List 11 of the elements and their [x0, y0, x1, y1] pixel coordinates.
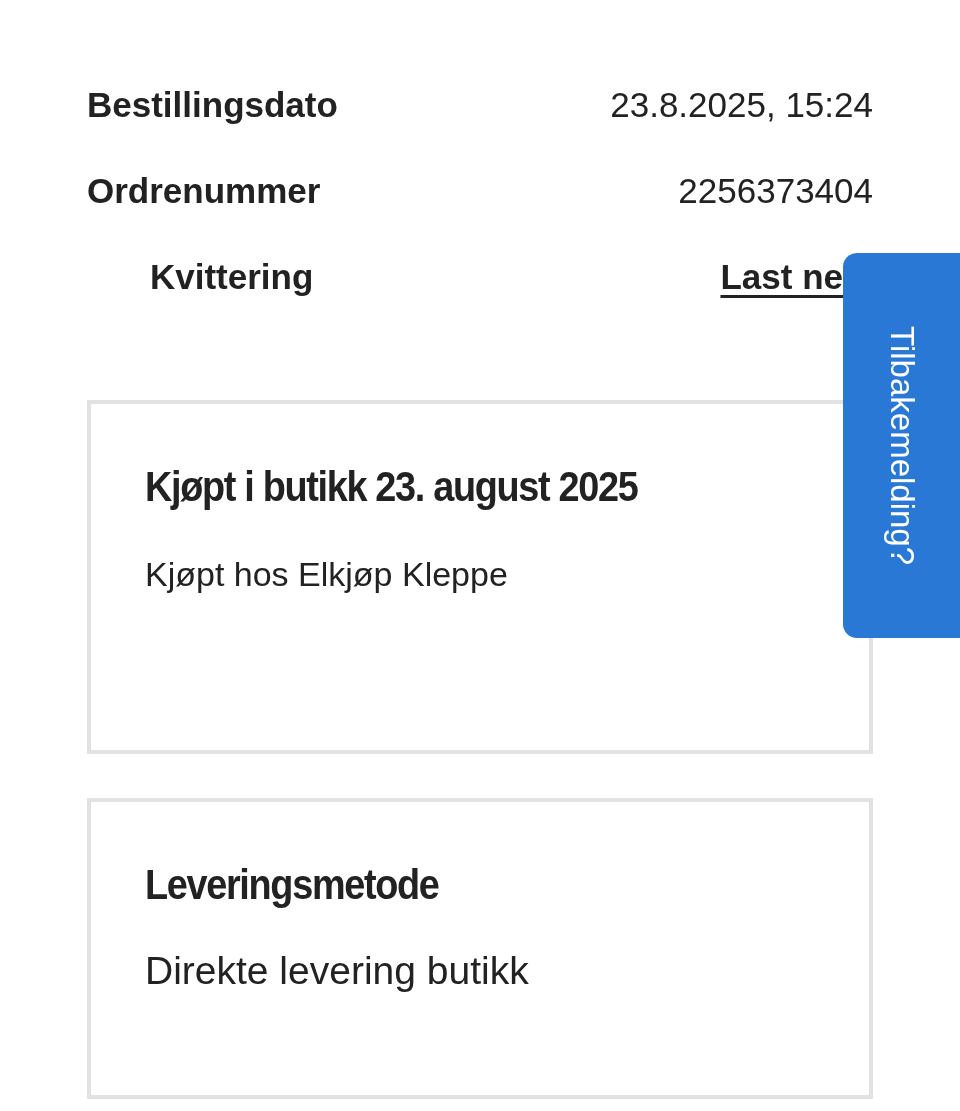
- download-link[interactable]: Last ne: [720, 257, 843, 297]
- field-label: Bestillingsdato: [87, 85, 338, 125]
- card-text: Kjøpt hos Elkjøp Kleppe: [145, 555, 509, 594]
- card-title: Leveringsmetode: [145, 860, 440, 909]
- field-value: 2256373404: [678, 171, 873, 211]
- card-title: Kjøpt i butikk 23. august 2025: [145, 462, 639, 511]
- card-text: Direkte levering butikk: [145, 949, 530, 993]
- field-label: Ordrenummer: [87, 171, 321, 211]
- feedback-tab[interactable]: Tilbakemelding?: [843, 253, 960, 638]
- field-label: Kvittering: [150, 257, 314, 297]
- field-value: 23.8.2025, 15:24: [610, 85, 873, 125]
